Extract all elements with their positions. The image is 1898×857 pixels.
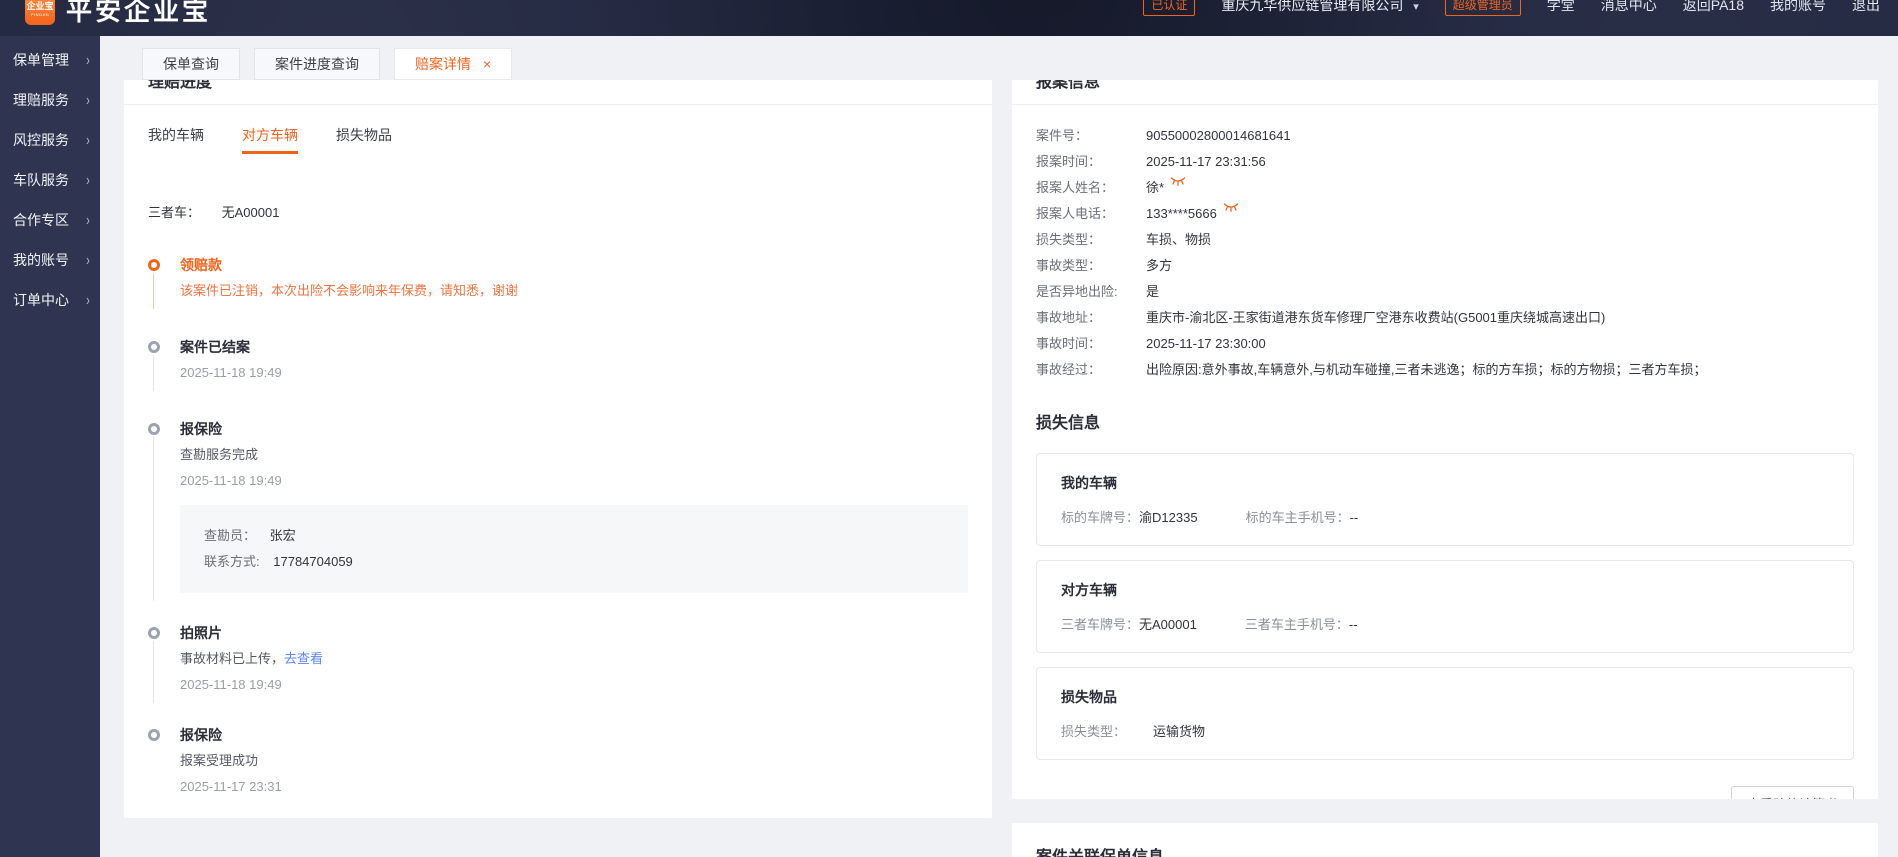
chevron-right-icon: › (86, 91, 90, 109)
timeline-marker-icon (148, 627, 160, 639)
field-out-of-area: 是否异地出险:是 (1036, 279, 1854, 305)
vehicle-tabs: 我的车辆 对方车辆 损失物品 (148, 125, 992, 154)
field-reporter-name: 报案人姓名： 徐* (1036, 175, 1854, 201)
verified-badge: 已认证 (1143, 0, 1195, 16)
field-case-number: 案件号：90550002800014681641 (1036, 123, 1854, 149)
field-report-time: 报案时间：2025-11-17 23:31:56 (1036, 149, 1854, 175)
tab-policy-query[interactable]: 保单查询 (142, 48, 240, 80)
app-logo-icon: 企业宝 PINGAN (25, 0, 55, 25)
field-accident-description: 事故经过：出险原因:意外事故,车辆意外,与机动车碰撞,三者未逃逸；标的方车损；标… (1036, 357, 1854, 383)
case-info-panel: 报案信息 案件号：90550002800014681641 报案时间：2025-… (1012, 80, 1878, 799)
tab-case-progress-query[interactable]: 案件进度查询 (254, 48, 380, 80)
company-dropdown[interactable]: 重庆九华供应链管理有限公司 ▾ (1221, 0, 1418, 15)
timeline-item-case-closed: 案件已结案 2025-11-18 19:49 (148, 337, 968, 383)
field-loss-type: 损失类型：车损、物损 (1036, 227, 1854, 253)
eye-closed-icon[interactable] (1170, 175, 1186, 187)
sidebar-item-order-center[interactable]: 订单中心› (0, 280, 100, 320)
company-name: 重庆九华供应链管理有限公司 (1221, 0, 1403, 13)
third-party-plate: 无A00001 (222, 205, 280, 220)
timeline-item-report-accepted: 报保险 报案受理成功 2025-11-17 23:31 (148, 725, 968, 797)
timeline-item-survey-done: 报保险 查勘服务完成 2025-11-18 19:49 查勘员： 张宏 联系方式… (148, 419, 968, 593)
claim-timeline: 领赔款 该案件已注销，本次出险不会影响来年保费，请知悉，谢谢 案件已结案 202… (148, 255, 968, 797)
case-fields: 案件号：90550002800014681641 报案时间：2025-11-17… (1036, 123, 1854, 383)
tab-other-vehicle[interactable]: 对方车辆 (242, 125, 298, 154)
sidebar-item-policy-management[interactable]: 保单管理› (0, 40, 100, 80)
view-materials-link[interactable]: 去查看 (284, 651, 323, 666)
timeline-item-claim-payment: 领赔款 该案件已注销，本次出险不会影响来年保费，请知悉，谢谢 (148, 255, 968, 301)
timeline-note: 该案件已注销，本次出险不会影响来年保费，请知悉，谢谢 (180, 281, 968, 301)
field-reporter-phone: 报案人电话： 133****5666 (1036, 201, 1854, 227)
surveyor-name: 张宏 (270, 528, 296, 543)
panel-title-clipped: 报案信息 (1036, 80, 1100, 92)
claim-progress-panel: 理赔进度 我的车辆 对方车辆 损失物品 三者车： 无A00001 领赔款 该案件… (124, 80, 992, 818)
sidebar: 保单管理› 理赔服务› 风控服务› 车队服务› 合作专区› 我的账号› 订单中心… (0, 36, 100, 857)
surveyor-phone: 17784704059 (273, 554, 353, 569)
chevron-right-icon: › (86, 51, 90, 69)
loss-info-section-title: 损失信息 (1036, 409, 1854, 433)
nav-my-account[interactable]: 我的账号 (1770, 0, 1826, 15)
field-accident-address: 事故地址：重庆市-渝北区-王家街道港东货车修理厂空港东收费站(G5001重庆绕城… (1036, 305, 1854, 331)
timeline-marker-icon (148, 259, 160, 271)
eye-closed-icon[interactable] (1223, 201, 1239, 213)
field-accident-type: 事故类型：多方 (1036, 253, 1854, 279)
app-title: 平安企业宝 (66, 0, 211, 28)
timeline-marker-icon (148, 341, 160, 353)
panel-head: 报案信息 (1012, 80, 1878, 105)
nav-back-pa18[interactable]: 返回PA18 (1683, 0, 1744, 15)
timeline-marker-icon (148, 729, 160, 741)
top-header: 企业宝 PINGAN 平安企业宝 已认证 重庆九华供应链管理有限公司 ▾ 超级管… (0, 0, 1898, 36)
nav-message-center[interactable]: 消息中心 (1601, 0, 1657, 15)
tab-my-vehicle[interactable]: 我的车辆 (148, 125, 204, 154)
chevron-right-icon: › (86, 291, 90, 309)
nav-logout[interactable]: 退出 (1852, 0, 1880, 15)
close-icon[interactable]: × (483, 56, 491, 72)
loss-card-other-vehicle: 对方车辆 三者车牌号：无A00001三者车主手机号：-- (1036, 560, 1854, 653)
chevron-right-icon: › (86, 211, 90, 229)
nav-school[interactable]: 学堂 (1547, 0, 1575, 15)
sidebar-item-fleet-service[interactable]: 车队服务› (0, 160, 100, 200)
role-badge: 超级管理员 (1445, 0, 1521, 16)
sidebar-item-claims-service[interactable]: 理赔服务› (0, 80, 100, 120)
sidebar-item-my-account[interactable]: 我的账号› (0, 240, 100, 280)
chevron-right-icon: › (86, 131, 90, 149)
chevron-down-icon: ▾ (1413, 1, 1419, 13)
tab-claim-detail[interactable]: 赔案详情 × (394, 48, 512, 80)
panel-title-clipped: 理赔进度 (148, 80, 212, 92)
page-tabs: 保单查询 案件进度查询 赔案详情 × (142, 48, 1898, 80)
related-policy-section-title: 案件关联保单信息 (1012, 823, 1878, 857)
header-nav: 已认证 重庆九华供应链管理有限公司 ▾ 超级管理员 学堂 消息中心 返回PA18… (1143, 0, 1880, 16)
chevron-right-icon: › (86, 251, 90, 269)
tab-lost-goods[interactable]: 损失物品 (336, 125, 392, 154)
sidebar-item-partner-zone[interactable]: 合作专区› (0, 200, 100, 240)
related-policy-panel: 案件关联保单信息 (1012, 823, 1878, 857)
main-content: 保单查询 案件进度查询 赔案详情 × 理赔进度 我的车辆 对方车辆 损失物品 三… (100, 36, 1898, 857)
timeline-item-photos: 拍照片 事故材料已上传，去查看 2025-11-18 19:49 (148, 623, 968, 695)
surveyor-info-box: 查勘员： 张宏 联系方式: 17784704059 (180, 505, 968, 593)
panel-head: 理赔进度 (124, 80, 992, 105)
field-accident-time: 事故时间：2025-11-17 23:30:00 (1036, 331, 1854, 357)
view-compensation-calc-button[interactable]: 查看赔款计算书 (1731, 786, 1854, 799)
timeline-marker-icon (148, 423, 160, 435)
sidebar-item-risk-service[interactable]: 风控服务› (0, 120, 100, 160)
third-party-vehicle-row: 三者车： 无A00001 (148, 202, 992, 221)
loss-card-goods: 损失物品 损失类型：运输货物 (1036, 667, 1854, 760)
chevron-right-icon: › (86, 171, 90, 189)
loss-card-my-vehicle: 我的车辆 标的车牌号：渝D12335标的车主手机号：-- (1036, 453, 1854, 546)
